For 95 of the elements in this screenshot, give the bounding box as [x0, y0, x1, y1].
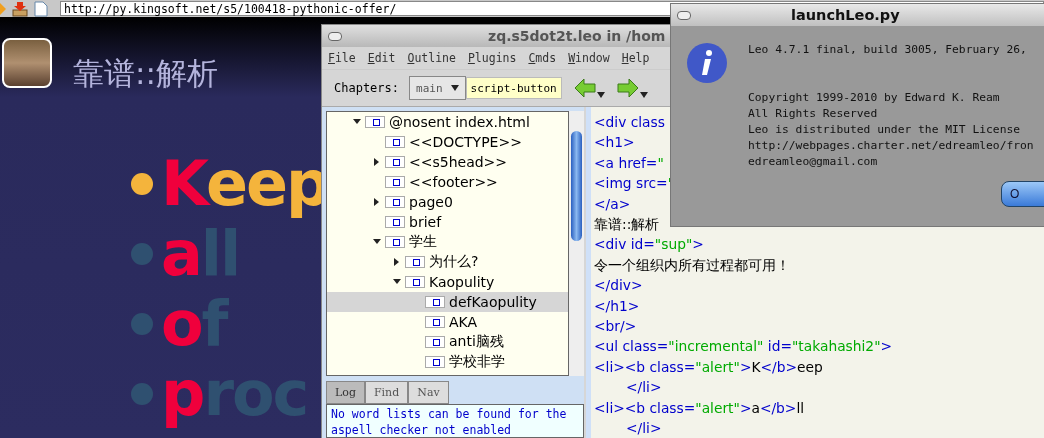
- expanded-triangle-icon[interactable]: [373, 238, 381, 246]
- code-line: <div class: [594, 113, 665, 132]
- window-button[interactable]: [328, 31, 342, 41]
- tree-row[interactable]: Kaopulity: [327, 272, 568, 292]
- node-label: defKaopulity: [449, 294, 537, 310]
- window-button[interactable]: [677, 10, 691, 20]
- about-line: edreamleo@gmail.com: [748, 154, 879, 170]
- node-label: anti脑残: [449, 333, 504, 351]
- code-line: <li><b class="alert">K</b>eep: [594, 357, 823, 377]
- tree-row[interactable]: <<s5head>>: [327, 152, 568, 172]
- code-line: 靠谱::解析: [594, 215, 660, 235]
- script-button[interactable]: script-button: [465, 77, 562, 99]
- node-label: @nosent index.html: [389, 114, 530, 130]
- menu-item[interactable]: Outline: [407, 51, 456, 65]
- code-line: 令一个组织内所有过程都可用！: [594, 255, 790, 275]
- ok-button[interactable]: O: [1001, 181, 1044, 207]
- caret-icon: [450, 85, 459, 91]
- node-icon: [365, 116, 385, 128]
- node-label: 为什么?: [429, 253, 479, 271]
- tree-row[interactable]: @nosent index.html: [327, 112, 568, 132]
- tree-row[interactable]: page0: [327, 192, 568, 212]
- menu-item[interactable]: Help: [621, 51, 650, 65]
- tree-row[interactable]: 学校非学: [327, 352, 568, 372]
- menu-item[interactable]: File: [328, 51, 356, 65]
- version-line: Leo 4.7.1 final, build 3005, February 26,: [748, 42, 1028, 58]
- tree-row[interactable]: brief: [327, 212, 568, 232]
- window-title: zq.s5dot2t.leo in /hom: [488, 28, 666, 44]
- tree-row[interactable]: defKaopulity: [327, 292, 568, 312]
- code-line: </li>: [625, 378, 662, 398]
- menu-item[interactable]: Edit: [367, 51, 396, 65]
- node-icon: [405, 256, 425, 268]
- code-line: </h1>: [594, 296, 640, 316]
- node-icon: [385, 136, 405, 148]
- caret-icon[interactable]: [596, 92, 605, 98]
- chapters-label: Chapters:: [334, 81, 400, 95]
- menu-item[interactable]: Window: [568, 51, 610, 65]
- scrollbar[interactable]: [569, 111, 584, 376]
- node-icon: [425, 296, 445, 308]
- log-line: No word lists can be found for the: [331, 406, 568, 422]
- info-icon: [686, 42, 728, 84]
- code-line: <h1>: [594, 133, 635, 153]
- node-label: 学生: [409, 233, 437, 251]
- code-line: </a>: [594, 194, 631, 214]
- node-icon: [385, 236, 405, 248]
- log-tab[interactable]: Find: [364, 381, 409, 404]
- code-line: <br/>: [594, 317, 637, 337]
- node-label: <<s5head>>: [409, 154, 508, 170]
- collapsed-triangle-icon[interactable]: [373, 198, 381, 206]
- menu-item[interactable]: Plugins: [467, 51, 517, 65]
- log-tab[interactable]: Nav: [408, 381, 449, 404]
- download-icon[interactable]: [12, 0, 28, 17]
- about-line: All Rights Reserved: [748, 106, 879, 122]
- log-tab[interactable]: Log: [326, 381, 365, 404]
- expanded-triangle-icon[interactable]: [353, 118, 361, 126]
- node-label: <<DOCTYPE>>: [409, 134, 522, 150]
- node-icon: [425, 356, 445, 368]
- code-line: </div>: [594, 276, 643, 296]
- about-line: Copyright 1999-2010 by Edward K. Ream: [748, 90, 1001, 106]
- node-label: AKA: [449, 314, 478, 330]
- expanded-triangle-icon[interactable]: [393, 278, 401, 286]
- log-line: aspell checker not enabled: [331, 422, 512, 437]
- node-icon: [425, 336, 445, 348]
- node-label: Kaopulity: [429, 274, 495, 290]
- slide-title: 靠谱::解析: [73, 54, 218, 93]
- node-icon: [405, 276, 425, 288]
- forward-arrow-icon[interactable]: [616, 78, 639, 98]
- code-line: <li><b class="alert">a</b>ll: [594, 398, 805, 418]
- node-label: <<footer>>: [409, 174, 498, 190]
- photo-placeholder: [2, 38, 52, 88]
- code-line: </li>: [625, 419, 662, 438]
- code-line: <ul class="incremental" id="takahashi2">: [594, 337, 893, 357]
- node-icon: [385, 196, 405, 208]
- tree-row[interactable]: 学生: [327, 232, 568, 252]
- node-label: page0: [409, 194, 453, 210]
- back-arrow-icon[interactable]: [573, 78, 596, 98]
- code-line: <div id="sup">: [594, 235, 704, 255]
- node-icon: [385, 156, 405, 168]
- caret-icon[interactable]: [639, 92, 648, 98]
- collapsed-triangle-icon[interactable]: [373, 158, 381, 166]
- node-icon: [385, 216, 405, 228]
- node-label: brief: [409, 214, 442, 230]
- menu-item[interactable]: Cmds: [528, 51, 557, 65]
- chapter-dropdown[interactable]: main: [409, 76, 466, 100]
- tree-row[interactable]: <<DOCTYPE>>: [327, 132, 568, 152]
- node-label: 学校非学: [449, 353, 505, 371]
- about-line: Leo is distributed under the MIT License: [748, 122, 1022, 138]
- tree-row[interactable]: AKA: [327, 312, 568, 332]
- code-line: <a href=": [594, 153, 664, 173]
- tree-row[interactable]: 为什么?: [327, 252, 568, 272]
- tree-row[interactable]: <<footer>>: [327, 172, 568, 192]
- node-icon: [385, 176, 405, 188]
- collapsed-triangle-icon[interactable]: [393, 258, 401, 266]
- tree-row[interactable]: anti脑残: [327, 332, 568, 352]
- about-line: http://webpages.charter.net/edreamleo/fron: [748, 138, 1034, 154]
- node-icon: [425, 316, 445, 328]
